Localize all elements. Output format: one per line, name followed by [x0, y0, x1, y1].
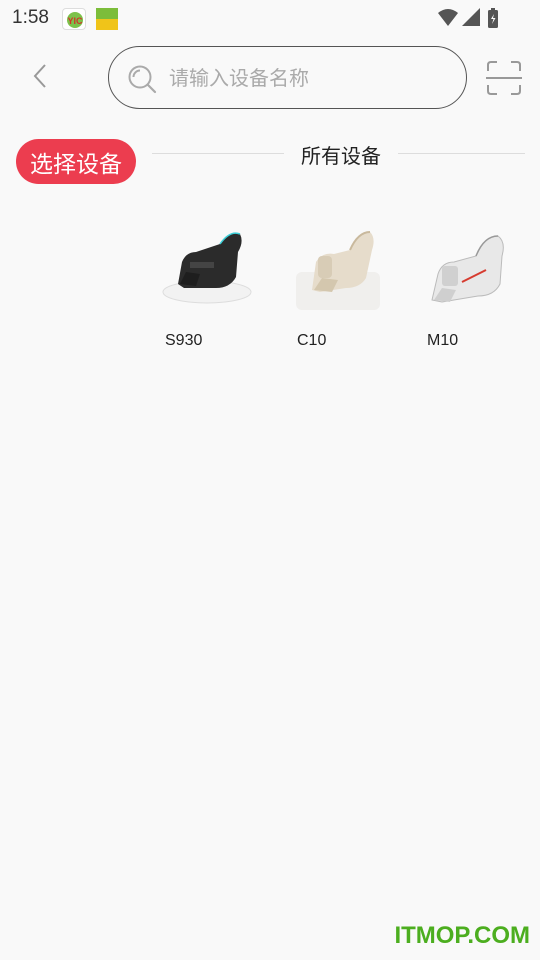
divider-left: [152, 153, 284, 154]
massage-chair-image: [296, 231, 380, 310]
wifi-icon: [438, 9, 458, 26]
device-name: S930: [165, 332, 203, 349]
search-icon: [128, 65, 157, 94]
device-card-m10[interactable]: M10: [422, 222, 522, 362]
search-bar[interactable]: [108, 46, 467, 109]
device-card-c10[interactable]: C10: [292, 222, 392, 362]
divider-right: [398, 153, 525, 154]
device-name: C10: [297, 332, 327, 349]
scan-icon: [486, 61, 522, 95]
status-icons: [436, 6, 504, 30]
status-bar: 1:58 YIC: [0, 0, 540, 36]
massage-chair-image: [431, 235, 504, 303]
section-title: 所有设备: [301, 144, 381, 168]
battery-icon: [488, 8, 498, 28]
notification-app-label: YIC: [67, 16, 83, 26]
massage-chair-image: [162, 232, 252, 304]
watermark-text: ITMOP.COM: [394, 922, 530, 949]
scan-button[interactable]: [484, 58, 524, 98]
back-button[interactable]: [24, 58, 56, 94]
search-input[interactable]: [169, 59, 449, 97]
status-time: 1:58: [12, 7, 49, 28]
device-card-s930[interactable]: S930: [160, 222, 260, 362]
signal-icon: [462, 8, 480, 26]
notification-app-icon: YIC: [62, 8, 86, 30]
select-device-badge[interactable]: 选择设备: [16, 139, 136, 184]
device-name: M10: [427, 332, 459, 349]
notification-app-icon-2: [96, 8, 118, 30]
chevron-left-icon: [33, 64, 46, 88]
